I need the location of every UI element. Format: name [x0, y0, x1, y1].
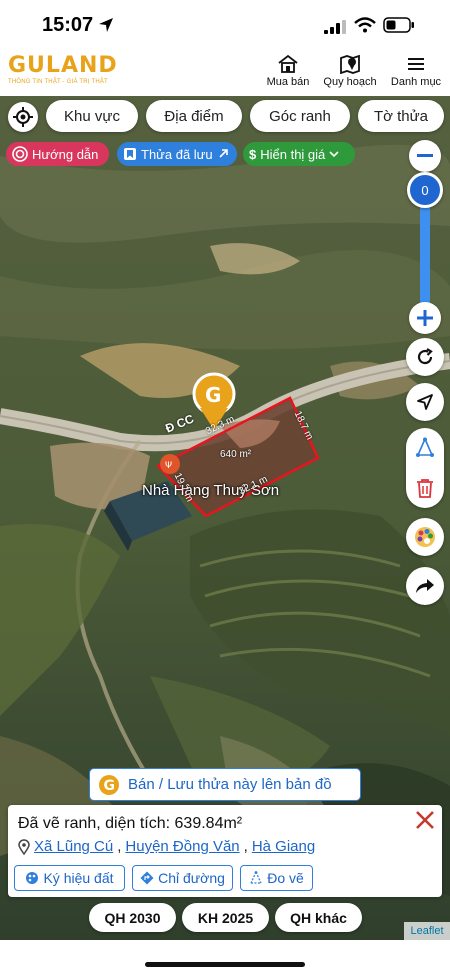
svg-text:G: G	[104, 778, 116, 794]
parcel-area-title: Đã vẽ ranh, diện tích: 639.84m²	[18, 815, 243, 832]
target-icon	[12, 146, 28, 162]
draw-tools-group	[406, 428, 444, 508]
logo-tagline: THÔNG TIN THẬT - GIÁ TRỊ THẬT	[8, 79, 108, 85]
directions-label: Chỉ đường	[158, 870, 225, 886]
plan-other-button[interactable]: QH khác	[275, 903, 362, 932]
share-button[interactable]	[406, 567, 444, 605]
saved-parcels-label: Thửa đã lưu	[141, 146, 213, 162]
chip-khu-vuc[interactable]: Khu vực	[46, 100, 138, 132]
home-indicator-area	[0, 940, 450, 974]
home-indicator[interactable]	[145, 962, 305, 967]
palette-icon	[415, 527, 435, 547]
refresh-icon	[417, 348, 433, 365]
nav-danh-muc-label: Danh mục	[390, 76, 442, 88]
chip-to-thua[interactable]: Tờ thửa	[358, 100, 444, 132]
close-icon	[416, 811, 434, 829]
nav-quy-hoach[interactable]: Quy hoạch	[320, 54, 380, 88]
bookmark-icon	[124, 148, 136, 160]
polygon-draw-icon	[416, 437, 434, 457]
status-time: 15:07	[42, 14, 94, 36]
locate-button[interactable]	[8, 102, 38, 132]
address-separator: ,	[243, 838, 248, 855]
saved-parcels-pill[interactable]: Thửa đã lưu	[117, 142, 237, 166]
nav-mua-ban[interactable]: Mua bán	[262, 54, 314, 88]
app-header: GULAND THÔNG TIN THẬT - GIÁ TRỊ THẬT Mua…	[0, 50, 450, 96]
crosshair-icon	[13, 107, 33, 127]
cell-signal-icon	[324, 20, 346, 34]
map-marker-icon	[18, 838, 30, 855]
land-symbol-label: Ký hiệu đất	[43, 870, 114, 886]
plan-2025-button[interactable]: KH 2025	[182, 903, 269, 932]
district-link[interactable]: Huyện Đồng Văn	[125, 838, 239, 855]
parcel-address: Xã Lũng Cú, Huyện Đồng Văn, Hà Giang	[18, 838, 315, 855]
plan-2030-button[interactable]: QH 2030	[89, 903, 176, 932]
map-style-button[interactable]	[406, 518, 444, 556]
delete-drawing-button[interactable]	[416, 478, 434, 503]
land-symbol-button[interactable]: Ký hiệu đất	[14, 865, 125, 891]
minus-icon	[417, 154, 433, 157]
save-parcel-banner[interactable]: G Bán / Lưu thửa này lên bản đồ	[89, 768, 361, 801]
measure-label: Đo vẽ	[267, 870, 304, 886]
plus-icon	[417, 310, 433, 326]
commune-link[interactable]: Xã Lũng Cú	[34, 838, 113, 855]
nav-danh-muc[interactable]: Danh mục	[386, 54, 446, 88]
parcel-info-card: Đã vẽ ranh, diện tích: 639.84m² Xã Lũng …	[8, 805, 442, 897]
address-separator: ,	[117, 838, 122, 855]
svg-text:Ψ: Ψ	[165, 461, 172, 471]
measure-button[interactable]: Đo vẽ	[240, 865, 313, 891]
draw-polygon-button[interactable]	[415, 437, 435, 464]
status-bar: 15:07	[0, 0, 450, 50]
guland-pin-icon: G	[99, 774, 119, 795]
svg-text:G: G	[205, 383, 221, 407]
share-arrow-icon	[416, 579, 434, 593]
external-link-icon	[219, 149, 228, 158]
measure-icon	[250, 871, 262, 884]
leaflet-attribution[interactable]: Leaflet	[404, 922, 450, 940]
location-arrow-icon	[99, 18, 113, 32]
guland-logo[interactable]: GULAND THÔNG TIN THẬT - GIÁ TRỊ THẬT	[8, 54, 128, 92]
map-pin-icon	[340, 54, 360, 74]
zoom-slider-knob[interactable]: 0	[407, 172, 443, 208]
zoom-in-button[interactable]	[409, 302, 441, 334]
dollar-icon: $	[249, 146, 257, 162]
show-price-pill[interactable]: $ Hiển thị giá	[243, 142, 355, 166]
logo-text: GULAND	[8, 53, 118, 78]
chevron-down-icon	[329, 151, 339, 158]
zoom-out-button[interactable]	[409, 140, 441, 172]
guide-pill-label: Hướng dẫn	[32, 146, 99, 162]
refresh-button[interactable]	[406, 338, 444, 376]
wifi-icon	[354, 17, 376, 33]
province-link[interactable]: Hà Giang	[252, 838, 315, 855]
hamburger-icon	[408, 58, 424, 70]
nav-quy-hoach-label: Quy hoạch	[323, 76, 377, 88]
close-button[interactable]	[412, 807, 438, 833]
house-icon	[278, 54, 298, 73]
navigation-arrow-icon	[417, 394, 433, 410]
save-parcel-label: Bán / Lưu thửa này lên bản đồ	[128, 776, 332, 793]
guide-pill[interactable]: Hướng dẫn	[6, 142, 109, 166]
trash-icon	[417, 479, 433, 498]
nav-mua-ban-label: Mua bán	[266, 76, 310, 88]
battery-icon	[383, 17, 414, 33]
my-location-button[interactable]	[406, 383, 444, 421]
directions-icon	[140, 871, 154, 885]
show-price-label: Hiển thị giá	[260, 146, 326, 162]
chip-goc-ranh[interactable]: Góc ranh	[250, 100, 350, 132]
palette-small-icon	[26, 872, 39, 884]
chip-dia-diem[interactable]: Địa điểm	[146, 100, 242, 132]
parcel-area-label: 640 m²	[220, 449, 252, 460]
directions-button[interactable]: Chỉ đường	[132, 865, 233, 891]
